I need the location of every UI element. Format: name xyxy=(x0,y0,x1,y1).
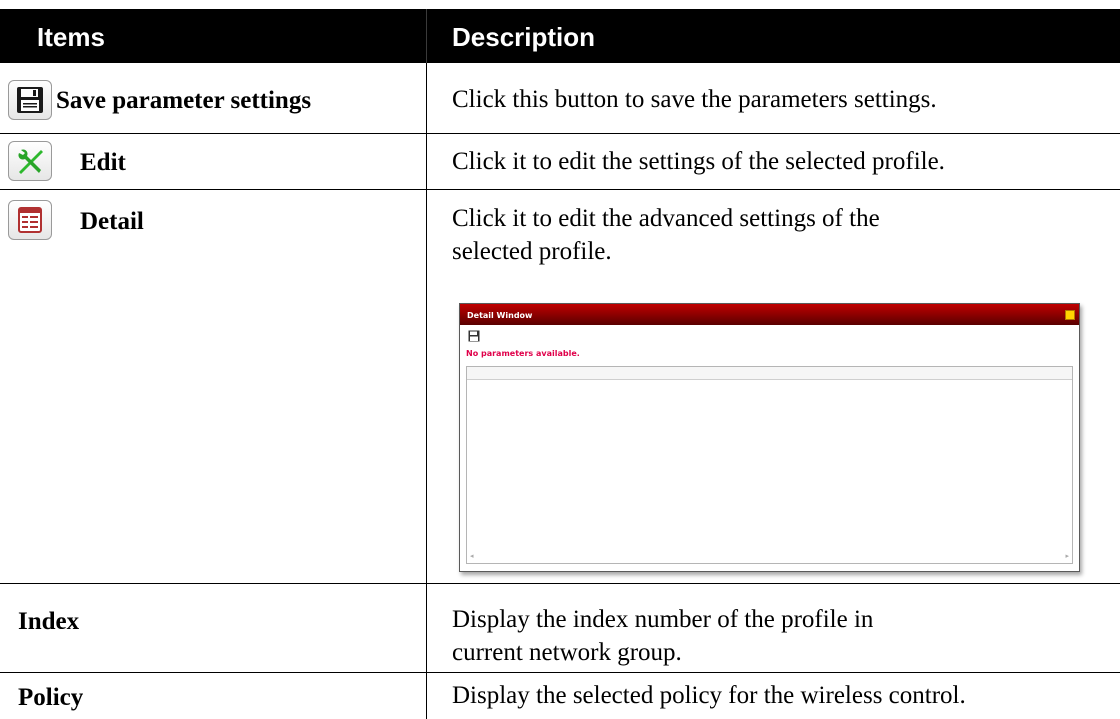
table-header: Items Description xyxy=(0,9,1120,63)
item-description: Display the index number of the profile … xyxy=(452,606,874,666)
close-icon[interactable] xyxy=(1065,310,1075,320)
floppy-disk-icon xyxy=(17,87,43,113)
item-description: Click it to edit the advanced settings o… xyxy=(452,205,880,265)
item-description: Display the selected policy for the wire… xyxy=(452,682,966,709)
header-divider xyxy=(426,9,427,63)
detail-window-title: Detail Window xyxy=(467,311,533,320)
item-label: Edit xyxy=(80,149,126,176)
wrench-screwdriver-icon xyxy=(18,149,43,174)
detail-list-icon xyxy=(18,207,42,233)
save-button[interactable] xyxy=(8,80,52,120)
item-label: Detail xyxy=(80,208,144,235)
item-label: Policy xyxy=(18,684,84,711)
parameters-panel: ◂ ▸ xyxy=(466,366,1073,564)
panel-header xyxy=(467,367,1072,380)
detail-window-titlebar: Detail Window xyxy=(460,304,1079,325)
no-parameters-message: No parameters available. xyxy=(466,349,580,358)
table-row: Edit Click it to edit the settings of th… xyxy=(0,134,1120,190)
scroll-left-icon[interactable]: ◂ xyxy=(470,552,474,560)
table-row: Index Display the index number of the pr… xyxy=(0,584,1120,673)
item-description: Click this button to save the parameters… xyxy=(452,86,937,113)
detail-button[interactable] xyxy=(8,200,52,240)
floppy-disk-icon[interactable] xyxy=(468,330,480,342)
edit-button[interactable] xyxy=(8,141,52,181)
item-description: Click it to edit the settings of the sel… xyxy=(452,148,945,175)
items-column-header: Items xyxy=(37,22,105,52)
table-row: Policy Display the selected policy for t… xyxy=(0,673,1120,719)
items-table: Items Description Save parameter setting… xyxy=(0,0,1120,719)
detail-window-screenshot: Detail Window No parameters available. ◂… xyxy=(459,303,1080,572)
item-label: Save parameter settings xyxy=(56,87,312,114)
item-label: Index xyxy=(18,608,80,635)
description-column-header: Description xyxy=(452,22,596,52)
table-row: Save parameter settings Click this butto… xyxy=(0,63,1120,134)
scroll-right-icon[interactable]: ▸ xyxy=(1065,552,1069,560)
